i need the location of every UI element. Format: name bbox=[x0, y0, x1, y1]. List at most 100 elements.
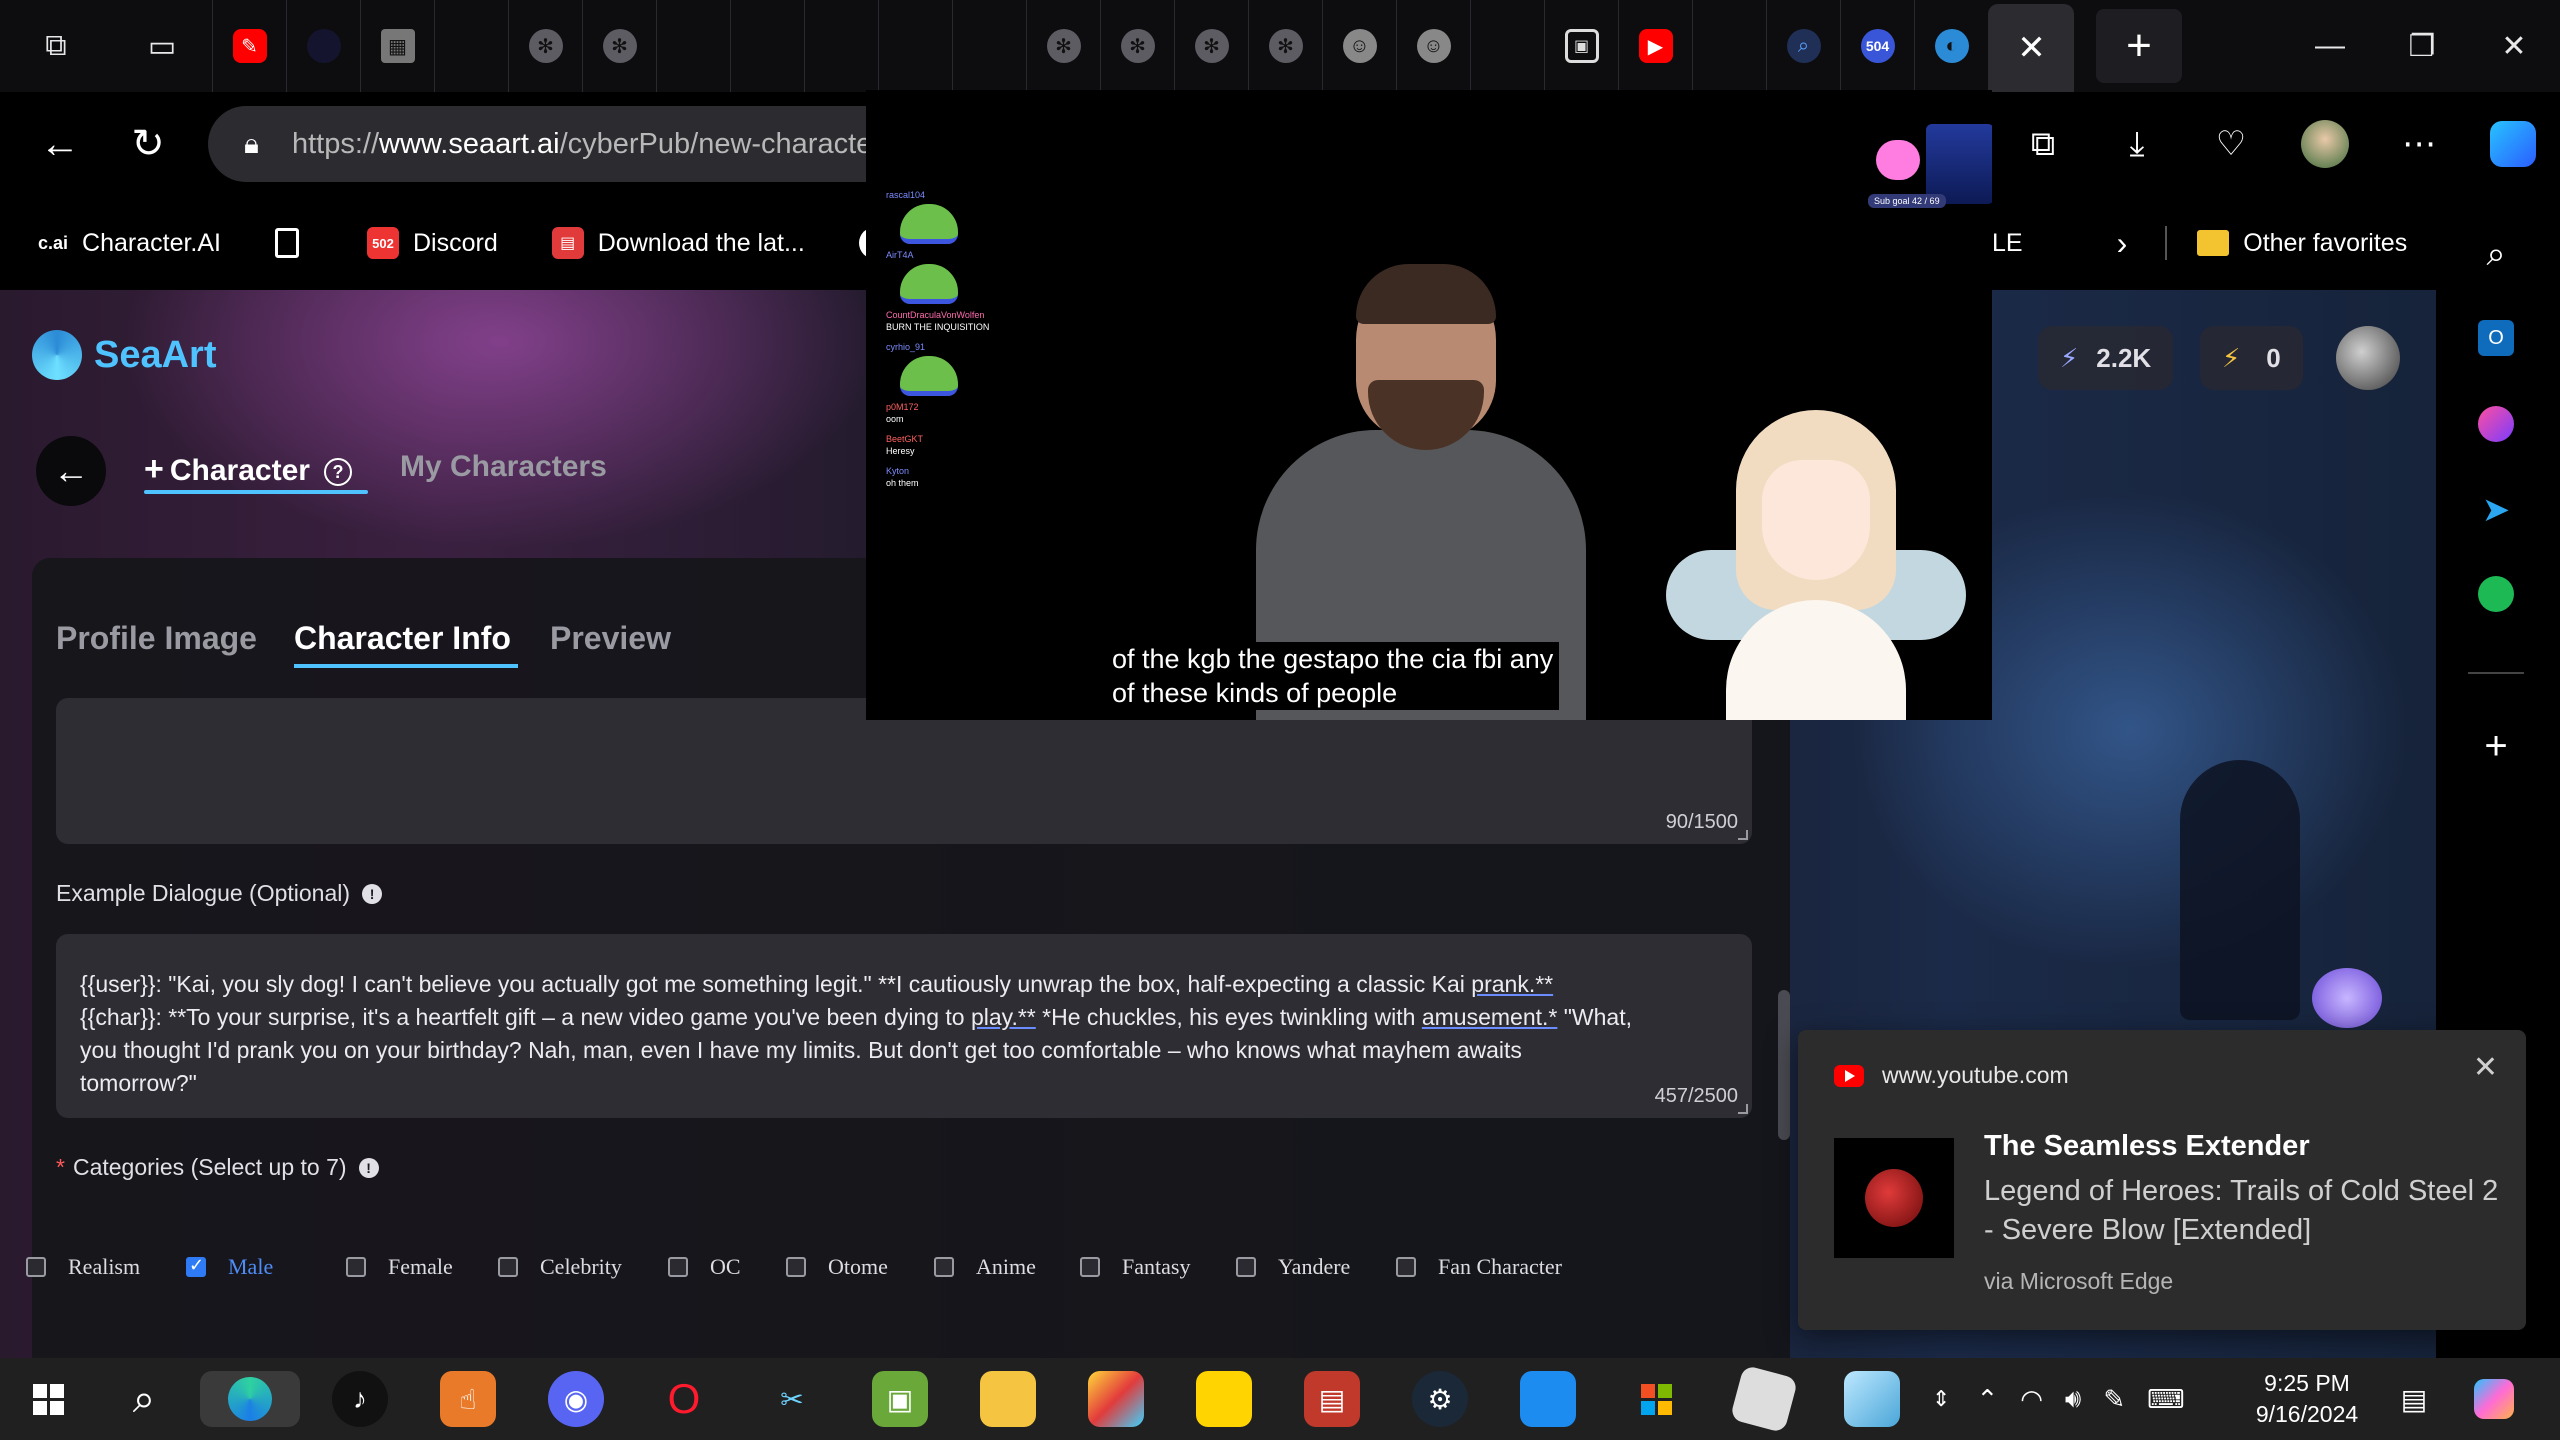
favorite-discord[interactable]: 502 Discord bbox=[366, 227, 498, 259]
resize-handle[interactable] bbox=[1738, 1104, 1748, 1114]
category-oc[interactable]: OC bbox=[668, 1254, 786, 1280]
collections-icon[interactable]: ⧉ bbox=[2013, 114, 2073, 174]
tab[interactable] bbox=[0, 0, 804, 322]
checkbox[interactable] bbox=[934, 1257, 954, 1277]
tab[interactable]: ✻ bbox=[582, 0, 656, 92]
tab[interactable] bbox=[0, 0, 730, 322]
minimize-icon[interactable]: — bbox=[2284, 0, 2376, 92]
file-explorer-icon[interactable] bbox=[980, 1371, 1036, 1427]
category-anime[interactable]: Anime bbox=[934, 1254, 1080, 1280]
category-male[interactable]: Male bbox=[186, 1254, 346, 1280]
winrar-icon[interactable]: ▤ bbox=[1304, 1371, 1360, 1427]
outlook-icon[interactable]: O bbox=[2468, 310, 2524, 366]
back-button[interactable]: ← bbox=[36, 436, 106, 506]
tab-preview[interactable]: Preview bbox=[550, 620, 671, 657]
chevron-right-icon[interactable]: › bbox=[2117, 225, 2128, 262]
minecraft-icon[interactable]: ▣ bbox=[872, 1371, 928, 1427]
bluestacks-icon[interactable] bbox=[1088, 1371, 1144, 1427]
favorite-download[interactable]: ▤ Download the lat... bbox=[551, 227, 805, 259]
checkbox[interactable] bbox=[498, 1257, 518, 1277]
add-icon[interactable]: + bbox=[2468, 718, 2524, 774]
new-tab-button[interactable]: + bbox=[2096, 9, 2182, 83]
discord-icon[interactable]: ◉ bbox=[548, 1371, 604, 1427]
other-favorites[interactable]: Other favorites bbox=[2243, 229, 2407, 258]
tab[interactable] bbox=[0, 0, 952, 322]
favorite-partial[interactable]: LE bbox=[1992, 229, 2023, 258]
checkbox[interactable] bbox=[1080, 1257, 1100, 1277]
spotify-icon[interactable] bbox=[2468, 566, 2524, 622]
roblox-icon[interactable] bbox=[1729, 1364, 1799, 1434]
close-icon[interactable]: ✕ bbox=[2473, 1050, 2498, 1085]
tab[interactable]: ☺ bbox=[1322, 0, 1396, 92]
favorite-page[interactable] bbox=[274, 228, 313, 258]
tab-my-characters[interactable]: My Characters bbox=[400, 450, 607, 484]
category-female[interactable]: Female bbox=[346, 1254, 498, 1280]
category-yandere[interactable]: Yandere bbox=[1236, 1254, 1396, 1280]
microsoft-store-icon[interactable] bbox=[1628, 1371, 1684, 1427]
tab[interactable] bbox=[0, 0, 508, 322]
tray-scroll-icon[interactable]: ⇕ bbox=[1932, 1386, 1950, 1412]
category-realism[interactable]: Realism bbox=[26, 1254, 186, 1280]
clock[interactable]: 9:25 PM 9/16/2024 bbox=[2252, 1368, 2362, 1430]
edge-taskbar-icon[interactable] bbox=[200, 1371, 300, 1427]
resize-handle[interactable] bbox=[1738, 830, 1748, 840]
scrollbar[interactable] bbox=[1778, 990, 1790, 1140]
tab-profile-image[interactable]: Profile Image bbox=[56, 620, 257, 657]
tab[interactable] bbox=[286, 0, 360, 92]
tab[interactable] bbox=[0, 0, 878, 322]
checkbox-checked[interactable] bbox=[186, 1255, 206, 1277]
help-icon[interactable]: ? bbox=[323, 458, 352, 487]
tab-new-character[interactable]: + Character? bbox=[144, 450, 352, 489]
info-icon[interactable]: ! bbox=[362, 883, 383, 904]
telegram-icon[interactable]: ➤ bbox=[2468, 482, 2524, 538]
volume-icon[interactable]: 🔊︎ bbox=[2065, 1383, 2081, 1415]
energy-badge[interactable]: ⚡ 0 bbox=[2200, 326, 2303, 390]
search-icon[interactable]: ⌕ bbox=[116, 1371, 172, 1427]
tab[interactable]: ☺ bbox=[1396, 0, 1470, 92]
user-avatar[interactable] bbox=[2336, 326, 2400, 390]
tab[interactable]: ✻ bbox=[1026, 0, 1100, 92]
app-icon[interactable] bbox=[1844, 1371, 1900, 1427]
tab[interactable]: ⌕ bbox=[1766, 0, 1840, 92]
checkbox[interactable] bbox=[1396, 1257, 1416, 1277]
close-icon[interactable]: ✕ bbox=[2017, 28, 2046, 68]
tab[interactable]: ✻ bbox=[1100, 0, 1174, 92]
restore-icon[interactable]: ❐ bbox=[2376, 0, 2468, 92]
opera-icon[interactable]: O bbox=[656, 1371, 712, 1427]
close-window-icon[interactable]: ✕ bbox=[2468, 0, 2560, 92]
tab[interactable]: ✎ bbox=[212, 0, 286, 92]
copilot-taskbar-icon[interactable] bbox=[2466, 1371, 2522, 1427]
tab[interactable] bbox=[0, 0, 1766, 322]
example-dialogue-textarea[interactable]: {{user}}: "Kai, you sly dog! I can't bel… bbox=[56, 934, 1752, 1118]
category-otome[interactable]: Otome bbox=[786, 1254, 934, 1280]
refresh-icon[interactable]: ↻ bbox=[118, 114, 178, 174]
tab[interactable]: ✻ bbox=[508, 0, 582, 92]
tab[interactable]: ◐ bbox=[1914, 0, 1988, 92]
tab[interactable] bbox=[0, 0, 1026, 322]
tab-character-info[interactable]: Character Info bbox=[294, 620, 511, 657]
tab[interactable]: ✻ bbox=[1248, 0, 1322, 92]
youtube-notification[interactable]: www.youtube.com ✕ The Seamless Extender … bbox=[1798, 1030, 2526, 1330]
picture-in-picture-video[interactable]: rascal104 AirT4A CountDraculaVonWolfen B… bbox=[866, 90, 1992, 720]
tiktok-icon[interactable]: ♪ bbox=[332, 1371, 388, 1427]
checkbox[interactable] bbox=[346, 1257, 366, 1277]
tab-actions-icon[interactable]: ▭ bbox=[112, 0, 212, 92]
floating-assistant-icon[interactable] bbox=[2312, 968, 2382, 1028]
tab[interactable]: ✻ bbox=[1174, 0, 1248, 92]
category-fantasy[interactable]: Fantasy bbox=[1080, 1254, 1236, 1280]
checkbox[interactable] bbox=[668, 1257, 688, 1277]
back-icon[interactable]: ← bbox=[30, 114, 90, 174]
tab[interactable]: 504 bbox=[1840, 0, 1914, 92]
copilot-icon[interactable] bbox=[2483, 114, 2543, 174]
chevron-up-icon[interactable]: ⌃ bbox=[1976, 1384, 1998, 1415]
workspaces-icon[interactable]: ⧉ bbox=[0, 0, 112, 92]
notifications-icon[interactable]: ▤ bbox=[2386, 1371, 2442, 1427]
designer-icon[interactable] bbox=[2468, 396, 2524, 452]
browser-essentials-icon[interactable]: ♡ bbox=[2201, 114, 2261, 174]
category-fan-character[interactable]: Fan Character bbox=[1396, 1254, 1562, 1280]
wifi-icon[interactable]: ◠ bbox=[2020, 1384, 2043, 1415]
roblox-studio-icon[interactable] bbox=[1520, 1371, 1576, 1427]
category-celebrity[interactable]: Celebrity bbox=[498, 1254, 668, 1280]
tab[interactable]: ▣ bbox=[1544, 0, 1618, 92]
checkbox[interactable] bbox=[26, 1257, 46, 1277]
